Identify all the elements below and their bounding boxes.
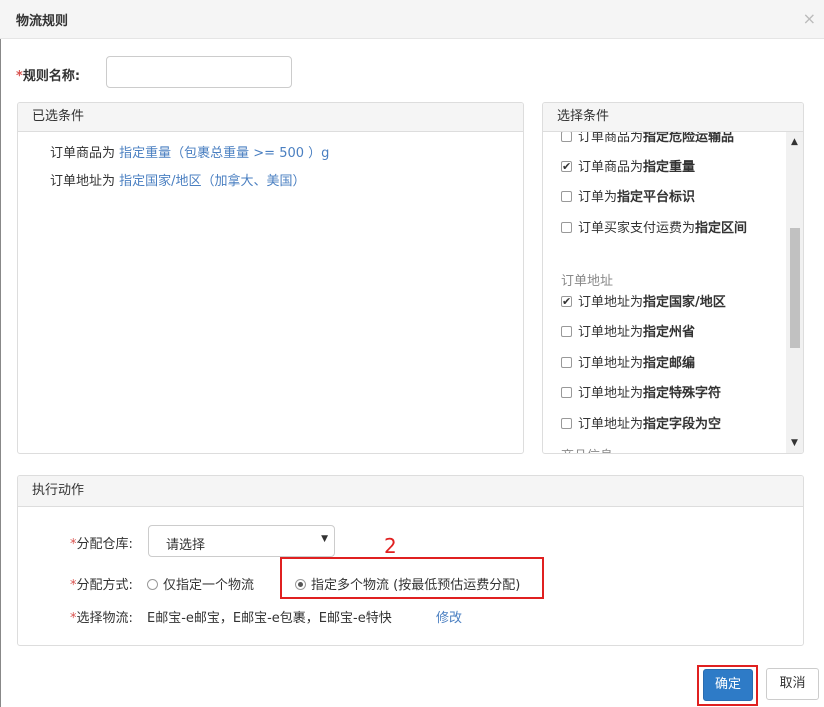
selected-conditions-panel: 已选条件 订单商品为 指定重量（包裹总重量 >= 500 ）g 订单地址为 指定… xyxy=(17,102,524,454)
selected-condition: 订单地址为 指定国家/地区（加拿大、美国） xyxy=(50,174,306,189)
checkbox-icon[interactable] xyxy=(561,357,572,368)
dialog-header: 物流规则 × xyxy=(0,0,824,39)
method-option-single[interactable]: 仅指定一个物流 xyxy=(147,574,254,593)
option-checkbox-item[interactable]: 订单地址为指定州省 xyxy=(561,323,783,343)
method-label: *分配方式: xyxy=(70,578,133,593)
radio-icon[interactable] xyxy=(147,579,158,590)
checkbox-checked-icon[interactable] xyxy=(561,292,572,312)
options-scrollbar[interactable]: ▲ ▼ xyxy=(786,132,803,453)
option-checkbox-item[interactable]: 订单买家支付运费为指定区间 xyxy=(561,219,783,239)
warehouse-select-value: 请选择 xyxy=(166,538,206,553)
checkbox-icon[interactable] xyxy=(561,222,572,233)
selected-conditions-title: 已选条件 xyxy=(18,103,523,132)
scroll-down-icon[interactable]: ▼ xyxy=(786,435,803,451)
scroll-thumb[interactable] xyxy=(790,228,800,348)
option-checkbox-item[interactable]: 订单地址为指定字段为空 xyxy=(561,415,783,435)
selected-condition-link[interactable]: 指定国家/地区（加拿大、美国） xyxy=(119,174,305,189)
logistics-label: *选择物流: xyxy=(70,611,133,626)
rule-name-label: *规则名称: xyxy=(16,69,81,84)
condition-options-panel: 选择条件 订单商品为指定危险运输品 订单商品为指定重量 订单为指定平台标识 订单… xyxy=(542,102,804,454)
logistics-edit-link[interactable]: 修改 xyxy=(436,607,462,626)
logistics-value: E邮宝-e邮宝，E邮宝-e包裹，E邮宝-e特快 xyxy=(147,611,392,626)
option-checkbox-item[interactable]: 订单地址为指定国家/地区 xyxy=(561,292,783,313)
window-edge xyxy=(0,0,1,707)
condition-options-title: 选择条件 xyxy=(543,103,803,132)
option-checkbox-item[interactable]: 订单地址为指定特殊字符 xyxy=(561,384,783,404)
warehouse-select[interactable]: 请选择 ▼ xyxy=(148,525,335,557)
option-checkbox-item[interactable]: 订单商品为指定重量 xyxy=(561,157,783,178)
selected-condition-link[interactable]: 指定重量（包裹总重量 >= 500 ）g xyxy=(119,146,329,161)
option-group-label: 商品信息 xyxy=(561,445,613,453)
checkbox-icon[interactable] xyxy=(561,132,572,142)
option-checkbox-item[interactable]: 订单地址为指定邮编 xyxy=(561,354,783,374)
checkbox-icon[interactable] xyxy=(561,418,572,429)
action-title: 执行动作 xyxy=(18,476,803,507)
warehouse-label: *分配仓库: xyxy=(70,537,133,552)
annotation-number: 2 xyxy=(384,534,397,558)
caret-down-icon: ▼ xyxy=(321,534,328,544)
checkbox-checked-icon[interactable] xyxy=(561,157,572,177)
condition-options-list[interactable]: 订单商品为指定危险运输品 订单商品为指定重量 订单为指定平台标识 订单买家支付运… xyxy=(543,132,786,453)
dialog-title: 物流规则 xyxy=(16,14,69,29)
checkbox-icon[interactable] xyxy=(561,191,572,202)
selected-condition: 订单商品为 指定重量（包裹总重量 >= 500 ）g xyxy=(50,146,330,161)
cancel-button[interactable]: 取消 xyxy=(766,668,819,700)
checkbox-icon[interactable] xyxy=(561,387,572,398)
option-checkbox-item[interactable]: 订单为指定平台标识 xyxy=(561,188,783,208)
option-checkbox-item[interactable]: 订单商品为指定危险运输品 xyxy=(561,132,783,148)
scroll-up-icon[interactable]: ▲ xyxy=(786,134,803,150)
checkbox-icon[interactable] xyxy=(561,326,572,337)
confirm-button[interactable]: 确定 xyxy=(703,669,753,701)
annotation-highlight-box xyxy=(280,557,544,599)
close-icon[interactable]: × xyxy=(803,9,816,28)
option-group-label: 订单地址 xyxy=(561,274,614,289)
rule-name-input[interactable] xyxy=(106,56,292,88)
